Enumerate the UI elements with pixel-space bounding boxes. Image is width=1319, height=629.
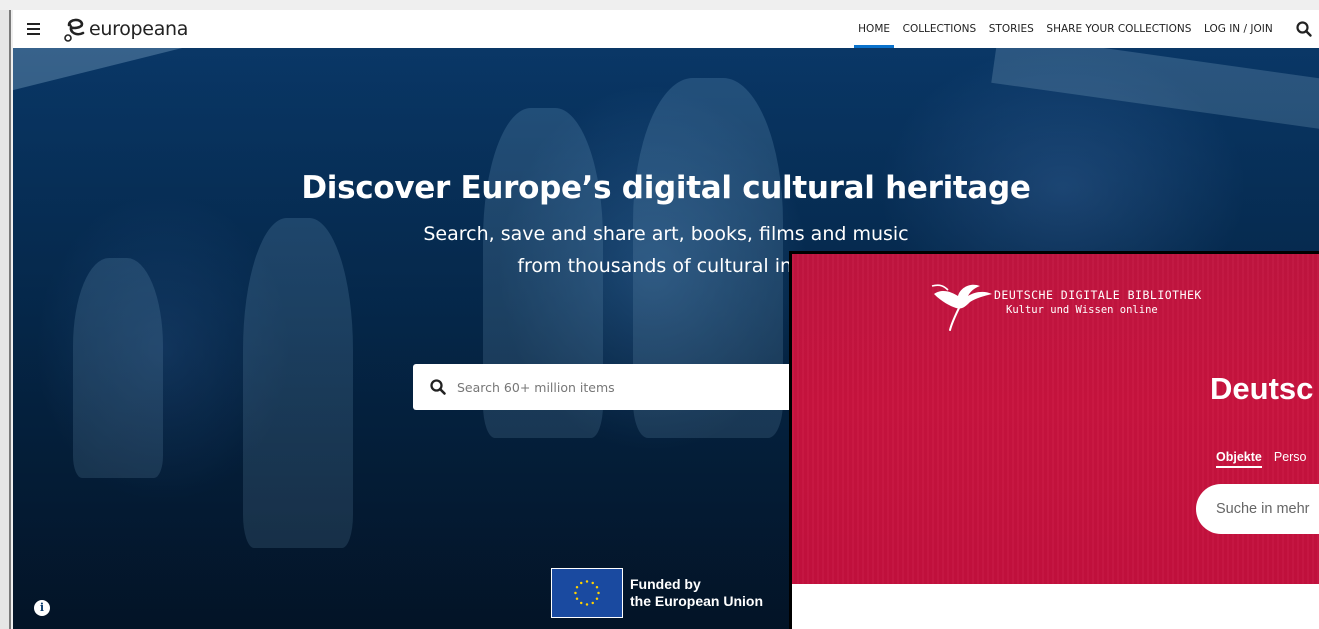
ddb-search-input[interactable] bbox=[1216, 498, 1319, 520]
eu-flag-icon bbox=[551, 568, 623, 618]
search-icon bbox=[430, 379, 446, 395]
ddb-tab-personen[interactable]: Perso bbox=[1274, 450, 1307, 468]
info-icon[interactable]: i bbox=[34, 600, 50, 616]
nav-home[interactable]: HOME bbox=[852, 10, 896, 48]
eu-funding-line-2: the European Union bbox=[630, 593, 763, 609]
ddb-overlay-window[interactable]: DEUTSCHE DIGITALE BIBLIOTHEK Kultur und … bbox=[789, 251, 1319, 629]
header-search-icon[interactable] bbox=[1295, 20, 1313, 38]
hero-title: Discover Europe’s digital cultural herit… bbox=[301, 170, 1031, 206]
europeana-logo[interactable]: europeana bbox=[63, 15, 188, 43]
ddb-feather-logo-icon[interactable] bbox=[930, 272, 994, 332]
nav-collections[interactable]: COLLECTIONS bbox=[896, 10, 982, 48]
ddb-content-area bbox=[792, 584, 1319, 629]
search-input[interactable] bbox=[457, 374, 787, 400]
nav-stories[interactable]: STORIES bbox=[982, 10, 1040, 48]
ddb-tab-objekte[interactable]: Objekte bbox=[1216, 450, 1262, 468]
ddb-brand-name: DEUTSCHE DIGITALE BIBLIOTHEK bbox=[994, 288, 1202, 302]
ddb-search-box bbox=[1196, 484, 1319, 534]
ddb-brand[interactable]: DEUTSCHE DIGITALE BIBLIOTHEK Kultur und … bbox=[994, 288, 1202, 316]
site-header: europeana HOME COLLECTIONS STORIES SHARE… bbox=[13, 10, 1319, 48]
hamburger-menu-icon[interactable] bbox=[25, 18, 45, 40]
eu-funding-line-1: Funded by bbox=[630, 576, 701, 592]
top-edge bbox=[0, 0, 1319, 10]
browser-viewport: europeana HOME COLLECTIONS STORIES SHARE… bbox=[0, 0, 1319, 629]
hero-subtitle-line-1: Search, save and share art, books, films… bbox=[423, 223, 909, 245]
eu-funding-badge[interactable]: Funded by the European Union bbox=[551, 568, 763, 618]
europeana-logo-mark-icon bbox=[64, 18, 85, 42]
eu-funding-text: Funded by the European Union bbox=[630, 576, 763, 610]
main-nav: HOME COLLECTIONS STORIES SHARE YOUR COLL… bbox=[852, 10, 1279, 48]
nav-share-your-collections[interactable]: SHARE YOUR COLLECTIONS bbox=[1040, 10, 1198, 48]
left-window-edge bbox=[0, 10, 11, 629]
ddb-search-tabs: Objekte Perso bbox=[1216, 450, 1307, 468]
logo-text: europeana bbox=[89, 18, 189, 40]
ddb-page-title: Deutsc bbox=[1210, 371, 1314, 406]
nav-login-join[interactable]: LOG IN / JOIN bbox=[1198, 10, 1279, 48]
hero-search-box bbox=[413, 364, 833, 410]
ddb-brand-tagline: Kultur und Wissen online bbox=[1006, 304, 1158, 316]
